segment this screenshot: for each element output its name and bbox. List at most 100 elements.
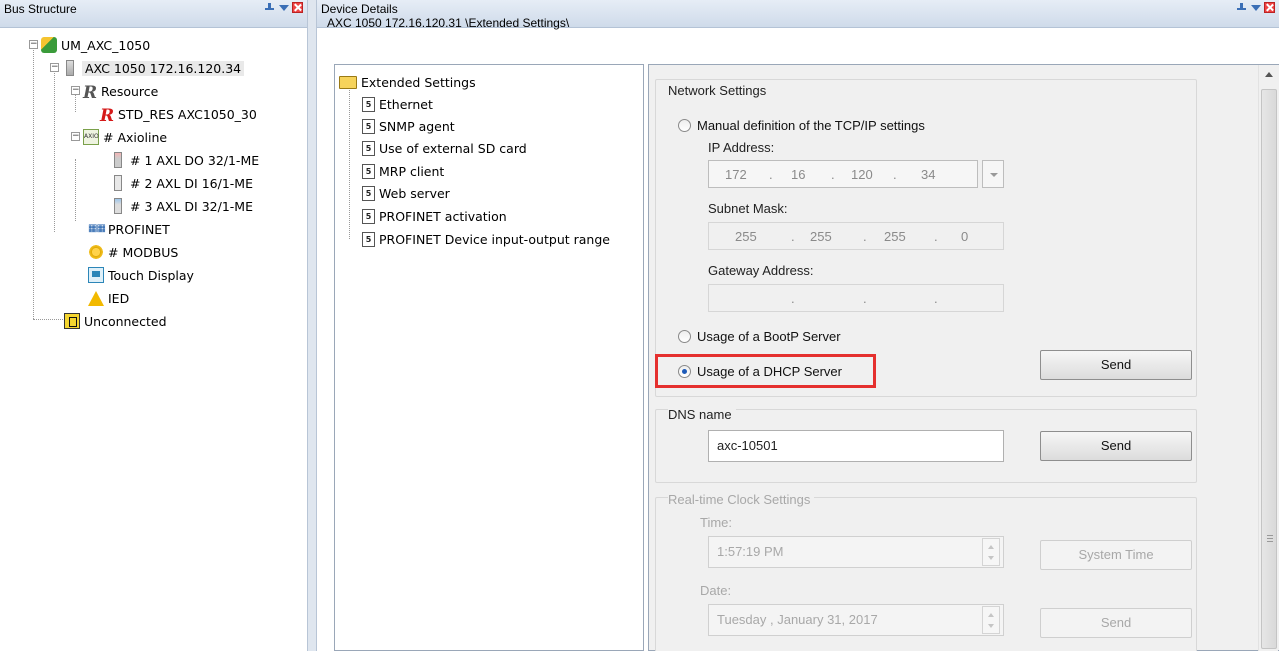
tree-line bbox=[349, 85, 350, 239]
tree-node-mrp-client[interactable]: 5 MRP client bbox=[362, 160, 444, 182]
tree-node-web-server[interactable]: 5 Web server bbox=[362, 182, 450, 204]
network-settings-group: Network Settings Manual definition of th… bbox=[655, 79, 1197, 397]
time-spinner[interactable] bbox=[982, 538, 1000, 566]
system-time-button[interactable]: System Time bbox=[1040, 540, 1192, 570]
tree-node-label: # MODBUS bbox=[108, 244, 179, 260]
tree-node-ethernet[interactable]: 5 Ethernet bbox=[362, 93, 433, 115]
folder-open-icon bbox=[339, 75, 357, 89]
rtc-send-button[interactable]: Send bbox=[1040, 608, 1192, 638]
network-send-button[interactable]: Send bbox=[1040, 350, 1192, 380]
pin-icon[interactable] bbox=[1236, 2, 1247, 13]
vertical-scrollbar[interactable] bbox=[1258, 65, 1278, 651]
tree-node-profinet-activation[interactable]: 5 PROFINET activation bbox=[362, 205, 507, 227]
gateway-address-field[interactable]: . . . bbox=[708, 284, 1004, 312]
close-icon[interactable] bbox=[292, 2, 303, 13]
tree-node-module-3[interactable]: # 3 AXL DI 32/1-ME bbox=[110, 195, 253, 217]
settings-page-icon: 5 bbox=[362, 140, 375, 156]
ip-octet: 120 bbox=[851, 166, 873, 182]
bus-structure-title: Bus Structure bbox=[4, 2, 77, 16]
resource-icon: R bbox=[83, 83, 98, 103]
tree-line bbox=[54, 66, 55, 232]
ip-dot: . bbox=[934, 228, 938, 244]
ip-octet: 16 bbox=[791, 166, 806, 182]
tree-node-label: Ethernet bbox=[379, 96, 433, 112]
subnet-mask-field[interactable]: 255 . 255 . 255 . 0 bbox=[708, 222, 1004, 250]
tree-node-module-1[interactable]: # 1 AXL DO 32/1-ME bbox=[110, 149, 259, 171]
tree-node-ied[interactable]: IED bbox=[88, 287, 129, 309]
tree-node-label: PROFINET activation bbox=[379, 208, 507, 224]
tree-node-module-2[interactable]: # 2 AXL DI 16/1-ME bbox=[110, 172, 253, 194]
tree-node-label: Use of external SD card bbox=[379, 140, 527, 156]
tree-node-snmp[interactable]: 5 SNMP agent bbox=[362, 115, 455, 137]
module-do-icon bbox=[114, 152, 122, 168]
tree-node-label: Touch Display bbox=[108, 267, 194, 283]
tree-node-modbus[interactable]: # MODBUS bbox=[88, 241, 178, 263]
tree-node-touch-display[interactable]: Touch Display bbox=[88, 264, 194, 286]
dns-send-button[interactable]: Send bbox=[1040, 431, 1192, 461]
date-input[interactable]: Tuesday , January 31, 2017 bbox=[708, 604, 1004, 636]
controller-icon bbox=[66, 60, 74, 76]
settings-page-icon: 5 bbox=[362, 231, 375, 247]
tree-node-project[interactable]: UM_AXC_1050 bbox=[41, 34, 150, 56]
ip-dot: . bbox=[893, 166, 897, 182]
ip-dot: . bbox=[863, 228, 867, 244]
close-icon[interactable] bbox=[1264, 2, 1275, 13]
device-details-header-buttons bbox=[1236, 2, 1275, 13]
tree-node-sd-card[interactable]: 5 Use of external SD card bbox=[362, 137, 527, 159]
ip-octet: 0 bbox=[961, 228, 969, 244]
dropdown-menu-icon[interactable] bbox=[1250, 2, 1261, 13]
dns-name-input[interactable]: axc-10501 bbox=[708, 430, 1004, 462]
ip-dot: . bbox=[934, 290, 938, 306]
pin-icon[interactable] bbox=[264, 2, 275, 13]
project-icon bbox=[41, 37, 57, 53]
settings-page-icon: 5 bbox=[362, 96, 375, 112]
tree-node-extended-settings[interactable]: Extended Settings bbox=[339, 71, 476, 93]
radio-circle bbox=[678, 330, 691, 343]
unconnected-icon bbox=[64, 313, 80, 329]
tree-node-label: PROFINET Device input-output range bbox=[379, 231, 610, 247]
tree-node-label: STD_RES AXC1050_30 bbox=[118, 106, 257, 122]
tree-node-label: # 3 AXL DI 32/1-ME bbox=[130, 198, 253, 214]
ip-history-dropdown[interactable] bbox=[982, 160, 1004, 188]
ip-octet: 255 bbox=[810, 228, 832, 244]
module-di-icon bbox=[114, 175, 122, 191]
ip-octet: 172 bbox=[725, 166, 747, 182]
path-bar: AXC 1050 172.16.120.31 \Extended Setting… bbox=[317, 16, 1279, 64]
date-spinner[interactable] bbox=[982, 606, 1000, 634]
grip-icon bbox=[1267, 535, 1273, 542]
dhcp-radio[interactable]: Usage of a DHCP Server bbox=[678, 364, 842, 379]
manual-tcpip-label: Manual definition of the TCP/IP settings bbox=[697, 118, 925, 133]
ethernet-settings-panel: Network Settings Manual definition of th… bbox=[648, 64, 1279, 651]
tree-node-label: Extended Settings bbox=[361, 74, 476, 90]
tree-node-std-res[interactable]: R STD_RES AXC1050_30 bbox=[100, 103, 257, 126]
dns-name-title: DNS name bbox=[668, 407, 736, 422]
profinet-icon: ▦▦ bbox=[88, 223, 106, 234]
collapse-axioline-toggle[interactable]: − bbox=[71, 132, 80, 141]
dropdown-menu-icon[interactable] bbox=[278, 2, 289, 13]
ip-address-field[interactable]: 172 . 16 . 120 . 34 bbox=[708, 160, 978, 188]
display-icon bbox=[88, 267, 104, 283]
scroll-thumb[interactable] bbox=[1261, 89, 1277, 649]
rtc-settings-group: Real-time Clock Settings Time: 1:57:19 P… bbox=[655, 492, 1197, 651]
bootp-radio[interactable]: Usage of a BootP Server bbox=[678, 329, 841, 344]
tree-node-label: AXC 1050 172.16.120.34 bbox=[82, 60, 245, 76]
bus-structure-header-buttons bbox=[264, 2, 303, 13]
tree-node-profinet[interactable]: ▦▦ PROFINET bbox=[88, 218, 170, 240]
network-settings-title: Network Settings bbox=[668, 83, 767, 98]
tree-node-axioline[interactable]: AXIO # Axioline bbox=[83, 126, 167, 148]
tree-node-label: # Axioline bbox=[103, 129, 168, 145]
tree-node-resource[interactable]: R Resource bbox=[83, 80, 158, 103]
manual-tcpip-radio[interactable]: Manual definition of the TCP/IP settings bbox=[678, 118, 925, 133]
tree-node-unconnected[interactable]: Unconnected bbox=[64, 310, 167, 332]
collapse-resource-toggle[interactable]: − bbox=[71, 86, 80, 95]
settings-page-icon: 5 bbox=[362, 185, 375, 201]
tree-node-controller[interactable]: AXC 1050 172.16.120.34 bbox=[62, 57, 245, 79]
scroll-up-arrow-icon[interactable] bbox=[1259, 65, 1279, 85]
rtc-settings-title: Real-time Clock Settings bbox=[668, 492, 815, 507]
subnet-mask-label: Subnet Mask: bbox=[708, 201, 788, 216]
tree-node-profinet-range[interactable]: 5 PROFINET Device input-output range bbox=[362, 228, 610, 250]
collapse-project-toggle[interactable]: − bbox=[29, 40, 38, 49]
pane-splitter[interactable] bbox=[307, 0, 317, 651]
time-input[interactable]: 1:57:19 PM bbox=[708, 536, 1004, 568]
collapse-controller-toggle[interactable]: − bbox=[50, 63, 59, 72]
